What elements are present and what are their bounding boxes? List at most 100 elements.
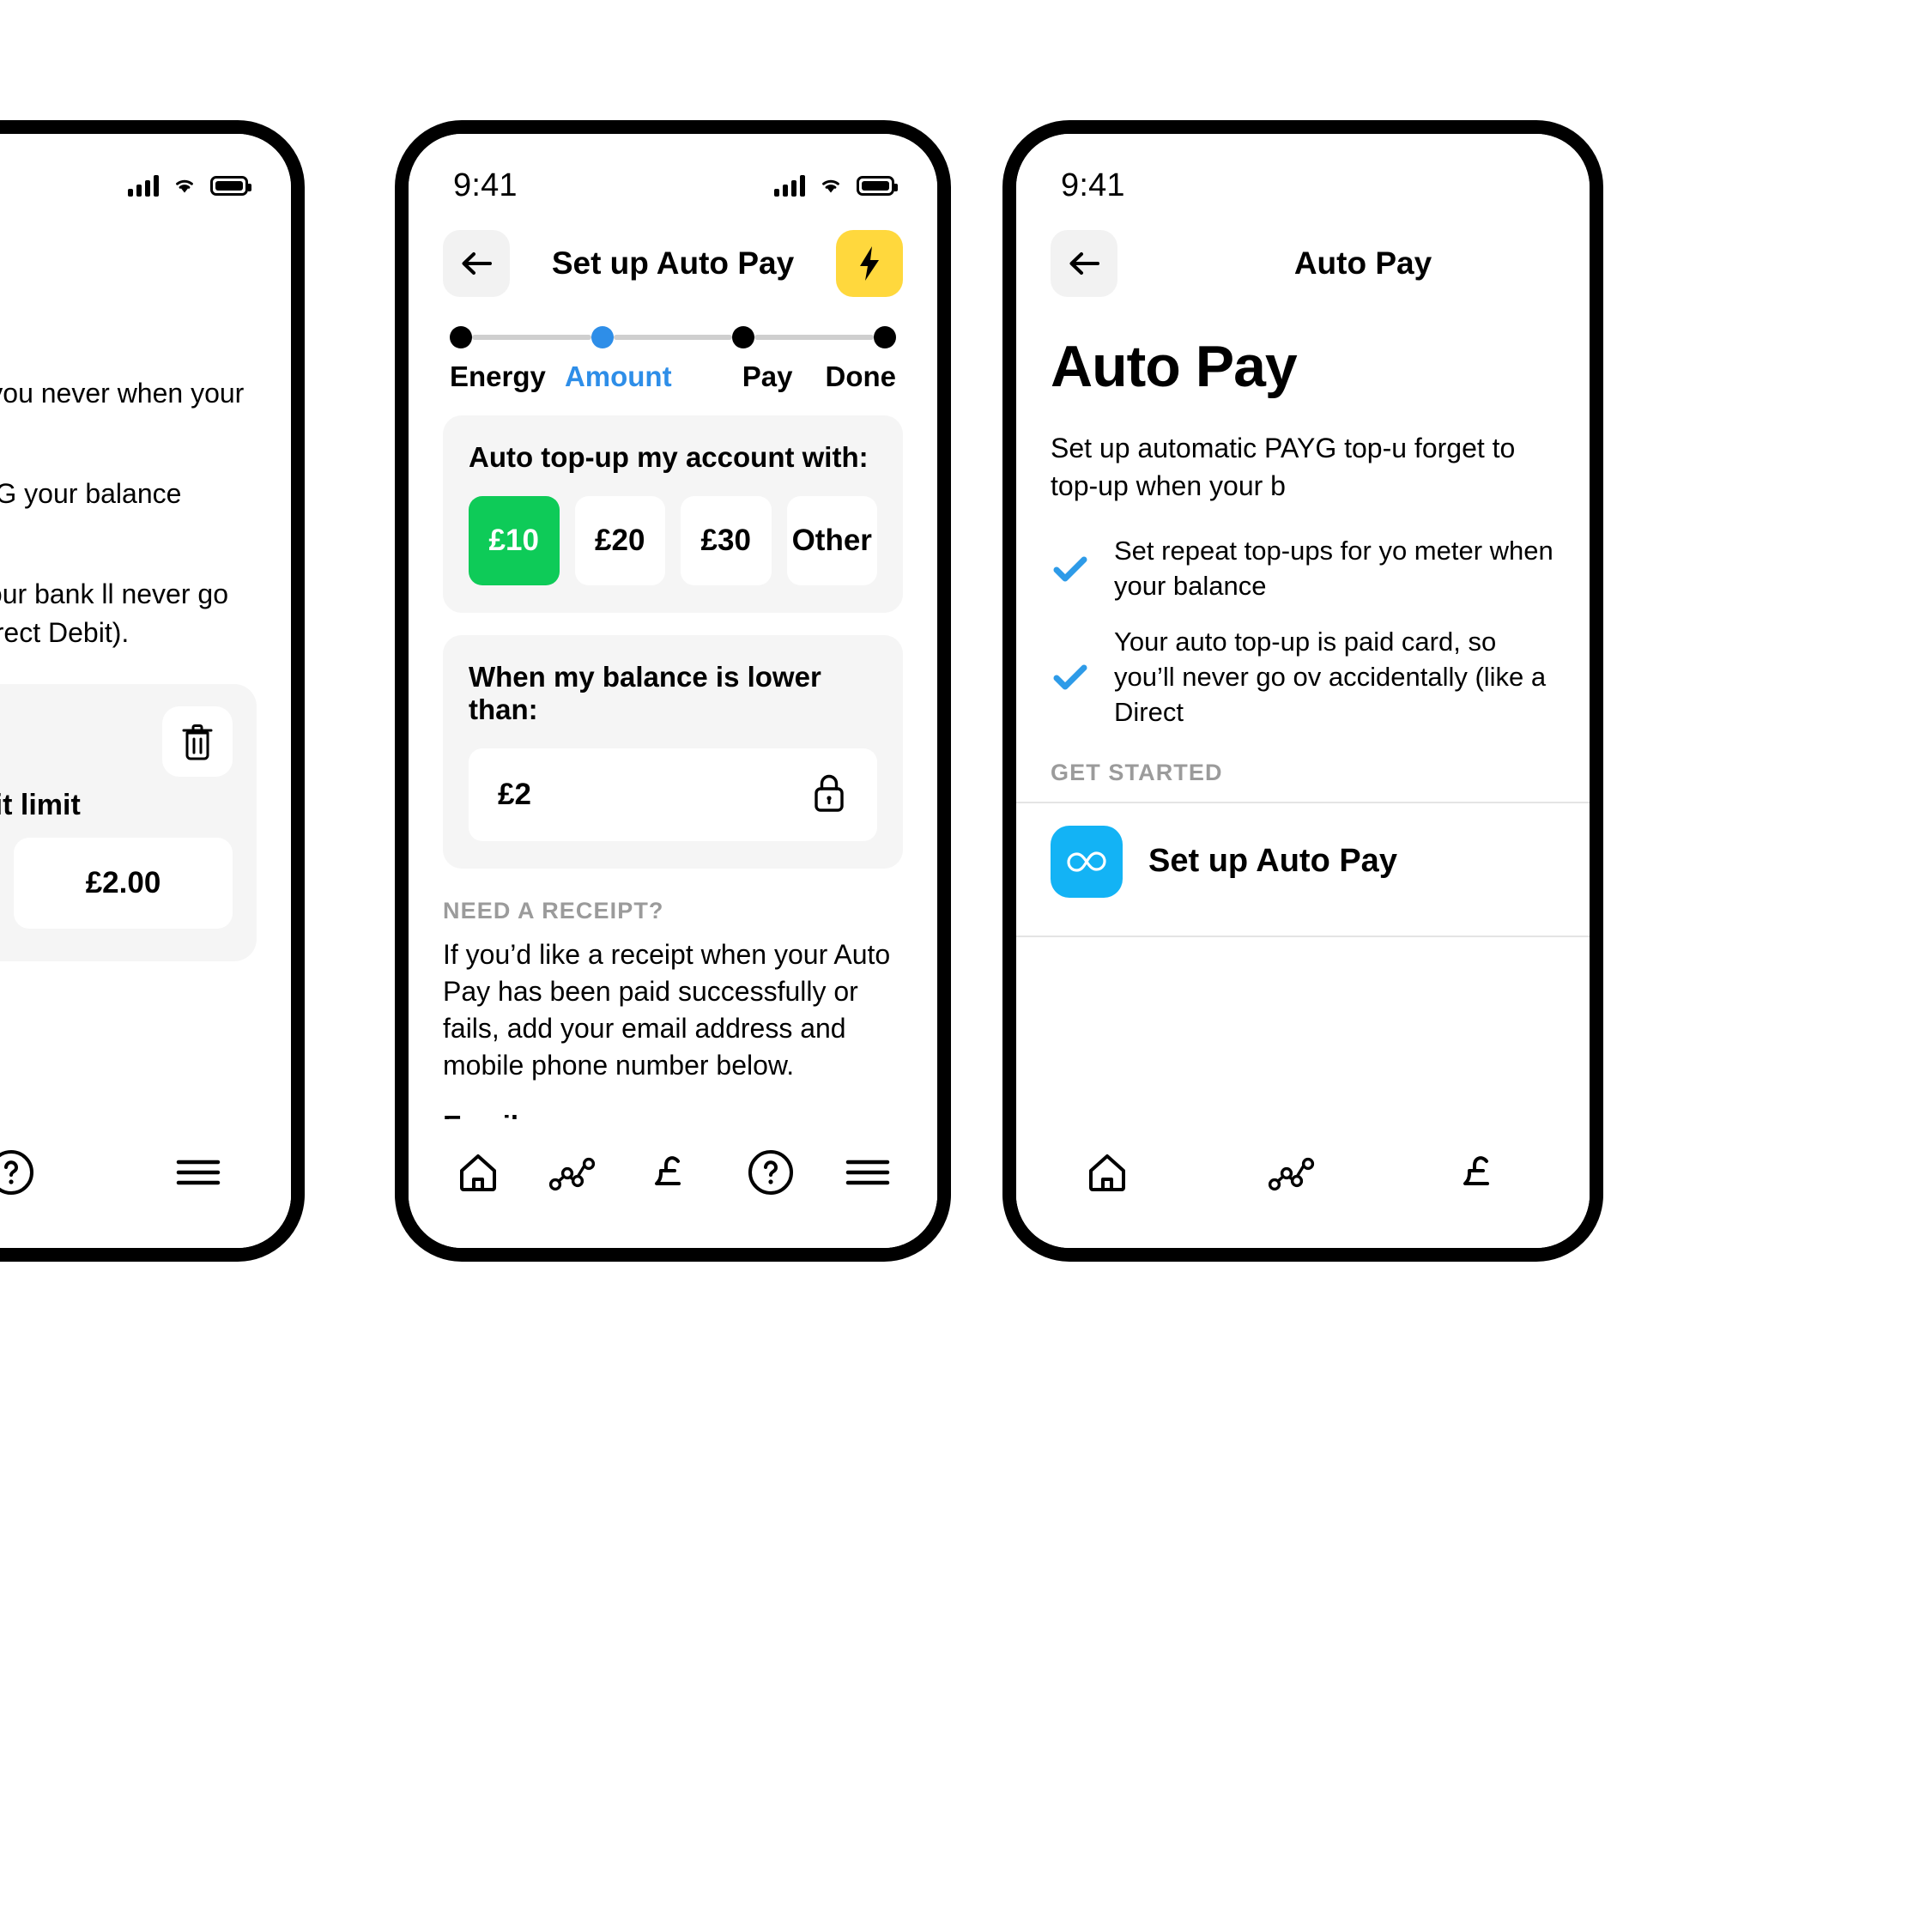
tab-menu-left[interactable] <box>157 1131 239 1214</box>
right-body: Auto Pay Set up automatic PAYG top-u for… <box>1016 333 1590 730</box>
nav-bar-left: Auto Pay <box>0 213 291 307</box>
phone-right-screen: 9:41 Auto Pay Auto Pay Set up automatic … <box>1016 134 1590 1248</box>
step-line-1 <box>472 335 591 340</box>
left-paragraph-2: op-ups for your PAYG your balance reache… <box>0 477 182 509</box>
benefit-text-1: Set repeat top-ups for yo meter when you… <box>1114 536 1553 602</box>
lightning-bolt-icon <box>860 246 879 281</box>
signal-bars-icon <box>774 174 805 197</box>
amount-option-30[interactable]: £30 <box>681 496 772 585</box>
pound-icon <box>654 1156 681 1185</box>
status-time-right: 9:41 <box>1061 167 1125 203</box>
phone-center-screen: 9:41 Set up Auto Pay Energy Amount Pay D… <box>409 134 937 1248</box>
benefit-item-2: Your auto top-up is paid card, so you’ll… <box>1051 625 1555 730</box>
topup-amount-card: Auto top-up my account with: £10 £20 £30… <box>443 415 903 613</box>
hamburger-icon <box>176 1160 221 1185</box>
balance-threshold-card: When my balance is lower than: £2 <box>443 635 903 869</box>
step-dot-pay[interactable] <box>732 326 755 348</box>
step-line-2 <box>613 335 733 340</box>
receipt-body: If you’d like a receipt when your Auto P… <box>443 939 891 1081</box>
step-dot-done[interactable] <box>874 326 897 348</box>
benefit-text-2: Your auto top-up is paid card, so you’ll… <box>1114 627 1547 727</box>
tab-usage-right[interactable] <box>1253 1131 1335 1214</box>
amount-option-other[interactable]: Other <box>786 496 877 585</box>
credit-limit-label: Credit limit <box>0 788 81 821</box>
balance-threshold-field[interactable]: £2 <box>469 748 877 841</box>
credit-limit-card: Credit limit £2.00 <box>0 683 257 961</box>
tab-bar-center <box>409 1119 937 1248</box>
status-time-center: 9:41 <box>453 167 518 203</box>
get-started-item-setup-auto-pay[interactable]: Set up Auto Pay <box>1016 803 1590 920</box>
nav-bar-right: Auto Pay <box>1016 213 1590 307</box>
nav-bar-center: Set up Auto Pay <box>409 213 937 307</box>
benefits-list: Set repeat top-ups for yo meter when you… <box>1051 534 1555 730</box>
tab-payments-right[interactable] <box>1440 1131 1523 1214</box>
tab-help-left[interactable] <box>0 1131 52 1214</box>
progress-stepper: Energy Amount Pay Done <box>409 307 937 393</box>
topup-amount-title: Auto top-up my account with: <box>469 441 869 473</box>
status-icons-center <box>774 174 898 197</box>
wifi-icon <box>171 175 198 196</box>
back-button-right[interactable] <box>1051 230 1117 297</box>
question-circle-icon <box>0 1150 33 1195</box>
step-dot-amount[interactable] <box>591 326 614 348</box>
credit-limit-fields: £2.00 <box>0 837 233 929</box>
status-bar-right: 9:41 <box>1016 134 1590 213</box>
battery-icon <box>210 175 251 196</box>
amount-option-10[interactable]: £10 <box>469 496 560 585</box>
lightning-action-button[interactable] <box>836 230 903 297</box>
step-label-done[interactable]: Done <box>826 360 897 393</box>
graph-icon <box>1268 1157 1315 1191</box>
graph-icon <box>549 1157 596 1191</box>
home-icon <box>1089 1154 1125 1191</box>
phone-center: 9:41 Set up Auto Pay Energy Amount Pay D… <box>395 120 951 1262</box>
balance-threshold-title: When my balance is lower than: <box>469 661 821 725</box>
arrow-left-icon <box>1069 252 1099 275</box>
phone-left: Auto Pay c PAYG top-ups so you never whe… <box>0 120 305 1262</box>
tab-help-center[interactable] <box>730 1131 812 1214</box>
signal-bars-icon <box>128 174 159 197</box>
step-label-pay[interactable]: Pay <box>710 360 826 393</box>
auto-pay-heading: Auto Pay <box>1051 334 1298 399</box>
tab-menu-center[interactable] <box>827 1131 909 1214</box>
receipt-eyebrow: NEED A RECEIPT? <box>443 898 664 924</box>
stepper-labels: Energy Amount Pay Done <box>450 360 896 393</box>
phone-right: 9:41 Auto Pay Auto Pay Set up automatic … <box>1002 120 1603 1262</box>
delete-button-left[interactable] <box>162 706 233 777</box>
tab-bar-right <box>1016 1119 1590 1248</box>
check-icon <box>1051 549 1090 589</box>
amount-option-20[interactable]: £20 <box>574 496 665 585</box>
status-bar-center: 9:41 <box>409 134 937 213</box>
wifi-icon <box>817 175 845 196</box>
get-started-label: GET STARTED <box>1051 759 1223 785</box>
stepper-track <box>450 323 897 352</box>
benefit-item-1: Set repeat top-ups for yo meter when you… <box>1051 534 1555 604</box>
step-line-3 <box>754 335 875 340</box>
topup-amount-options: £10 £20 £30 Other <box>469 496 877 585</box>
home-icon <box>459 1154 496 1191</box>
tab-home-right[interactable] <box>1066 1131 1148 1214</box>
tab-bar-left <box>0 1119 291 1248</box>
step-label-amount[interactable]: Amount <box>532 360 705 393</box>
pound-icon <box>1463 1156 1489 1185</box>
get-started-item-label: Set up Auto Pay <box>1148 843 1397 880</box>
question-circle-icon <box>748 1150 793 1195</box>
trash-icon <box>182 724 213 760</box>
balance-threshold-value: £2 <box>498 778 531 811</box>
page-title-left: Auto Pay <box>0 245 291 282</box>
check-icon <box>1051 657 1090 697</box>
credit-limit-value[interactable]: £2.00 <box>14 837 233 929</box>
hamburger-icon <box>845 1160 890 1185</box>
screenshot-canvas: Auto Pay c PAYG top-ups so you never whe… <box>0 0 1932 1932</box>
tab-home-center[interactable] <box>437 1131 519 1214</box>
auto-pay-intro: Set up automatic PAYG top-u forget to to… <box>1051 433 1516 502</box>
status-icons-left <box>128 174 251 197</box>
get-started-divider-bottom <box>1016 935 1590 937</box>
battery-icon <box>857 175 898 196</box>
tab-payments-center[interactable] <box>632 1131 714 1214</box>
status-bar-left <box>0 134 291 213</box>
back-button-center[interactable] <box>443 230 510 297</box>
tab-usage-center[interactable] <box>534 1131 616 1214</box>
left-paragraph-3: op-up is paid with your bank ll never go… <box>0 578 228 649</box>
arrow-left-icon <box>462 252 492 275</box>
step-dot-energy[interactable] <box>450 326 472 348</box>
